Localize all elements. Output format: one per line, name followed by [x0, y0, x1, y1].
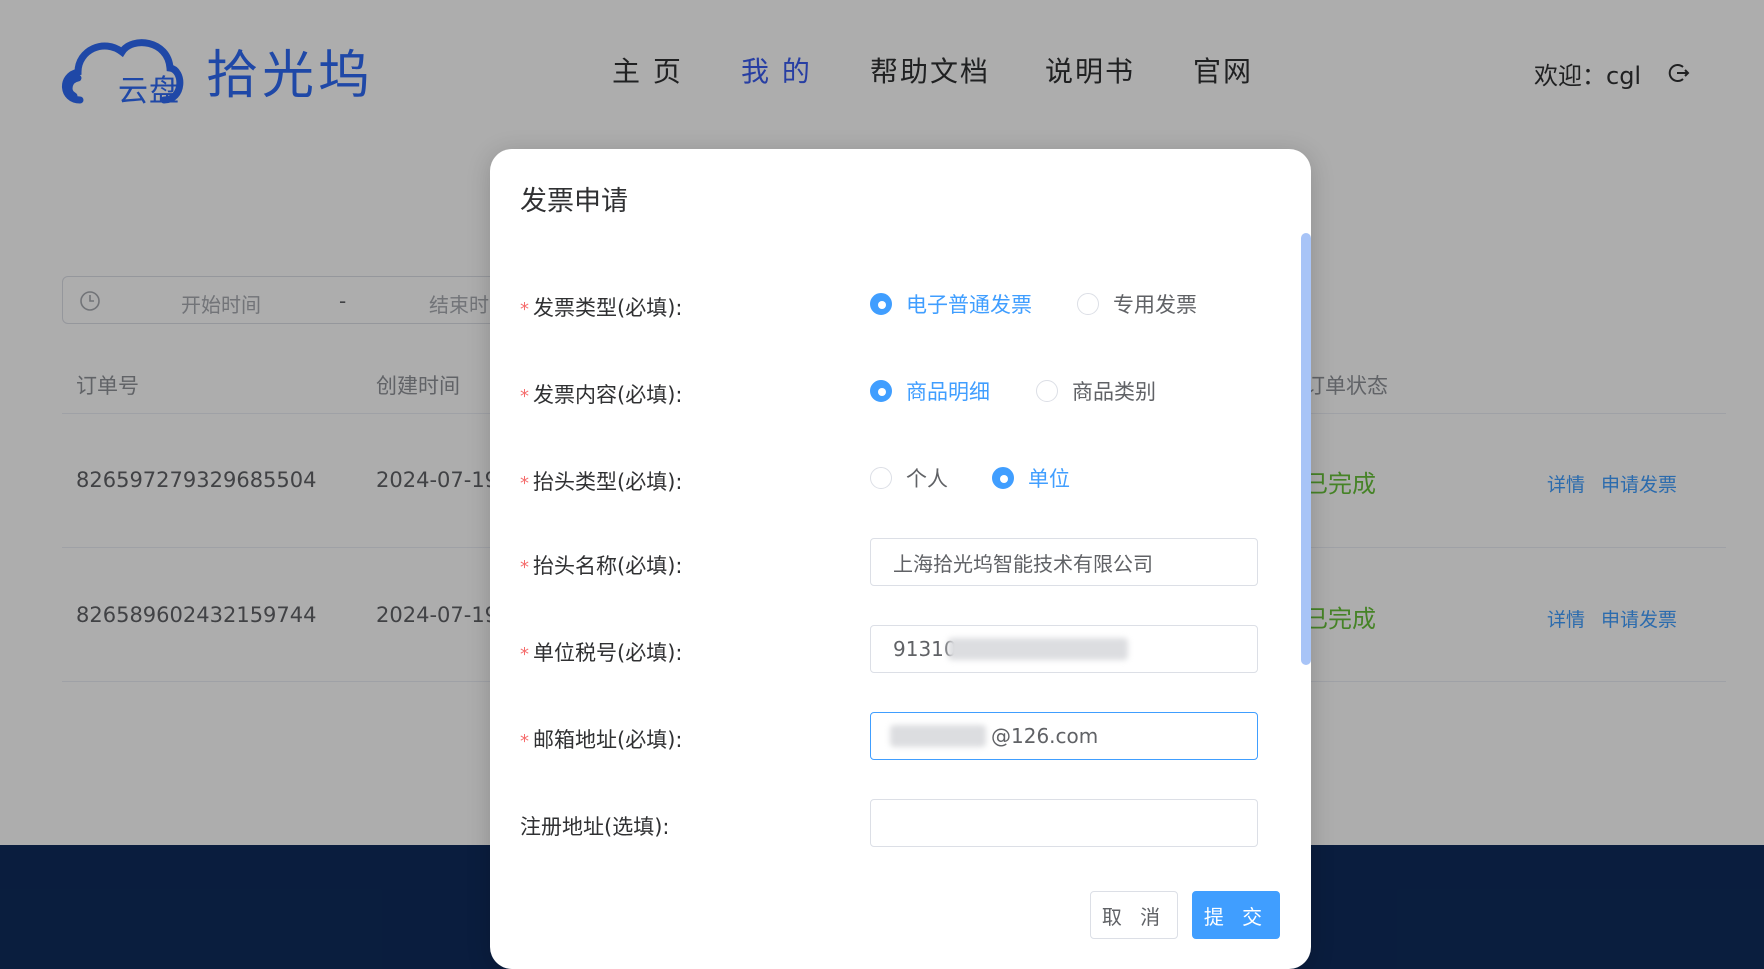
invoice-type-label: * 发票类型(必填): — [520, 296, 683, 320]
redacted-tax-id — [948, 638, 1128, 660]
submit-button[interactable]: 提 交 — [1192, 891, 1280, 939]
radio-item-detail[interactable]: 商品明细 — [870, 373, 990, 409]
form-row-email: * 邮箱地址(必填): — [520, 712, 1280, 762]
radio-checked-icon — [870, 293, 892, 315]
radio-unchecked-icon — [870, 467, 892, 489]
title-name-input[interactable] — [870, 538, 1258, 586]
form-row-invoice-content: * 发票内容(必填): 商品明细 商品类别 — [520, 367, 1280, 417]
form-row-tax-id: * 单位税号(必填): — [520, 625, 1280, 675]
radio-checked-icon — [870, 380, 892, 402]
form-row-reg-address: 注册地址(选填): — [520, 799, 1280, 849]
reg-address-label: 注册地址(选填): — [520, 815, 670, 839]
invoice-dialog: 发票申请 * 发票类型(必填): 电子普通发票 专用发票 * 发票内容(必填): 商… — [490, 149, 1311, 969]
radio-e-invoice[interactable]: 电子普通发票 — [870, 286, 1032, 322]
radio-special-invoice[interactable]: 专用发票 — [1077, 286, 1197, 322]
radio-personal[interactable]: 个人 — [870, 460, 948, 496]
tax-id-label: * 单位税号(必填): — [520, 641, 683, 665]
radio-checked-icon — [992, 467, 1014, 489]
title-name-label: * 抬头名称(必填): — [520, 554, 683, 578]
form-row-invoice-type: * 发票类型(必填): 电子普通发票 专用发票 — [520, 280, 1280, 330]
invoice-content-label: * 发票内容(必填): — [520, 383, 683, 407]
form-row-title-name: * 抬头名称(必填): — [520, 538, 1280, 588]
radio-unchecked-icon — [1036, 380, 1058, 402]
radio-company[interactable]: 单位 — [992, 460, 1070, 496]
dialog-scrollbar[interactable] — [1301, 233, 1311, 665]
radio-unchecked-icon — [1077, 293, 1099, 315]
title-type-label: * 抬头类型(必填): — [520, 470, 683, 494]
radio-item-category[interactable]: 商品类别 — [1036, 373, 1156, 409]
redacted-email — [890, 725, 986, 747]
form-row-title-type: * 抬头类型(必填): 个人 单位 — [520, 454, 1280, 504]
reg-address-input[interactable] — [870, 799, 1258, 847]
cancel-button[interactable]: 取 消 — [1090, 891, 1178, 939]
email-label: * 邮箱地址(必填): — [520, 728, 683, 752]
dialog-title: 发票申请 — [520, 186, 628, 217]
